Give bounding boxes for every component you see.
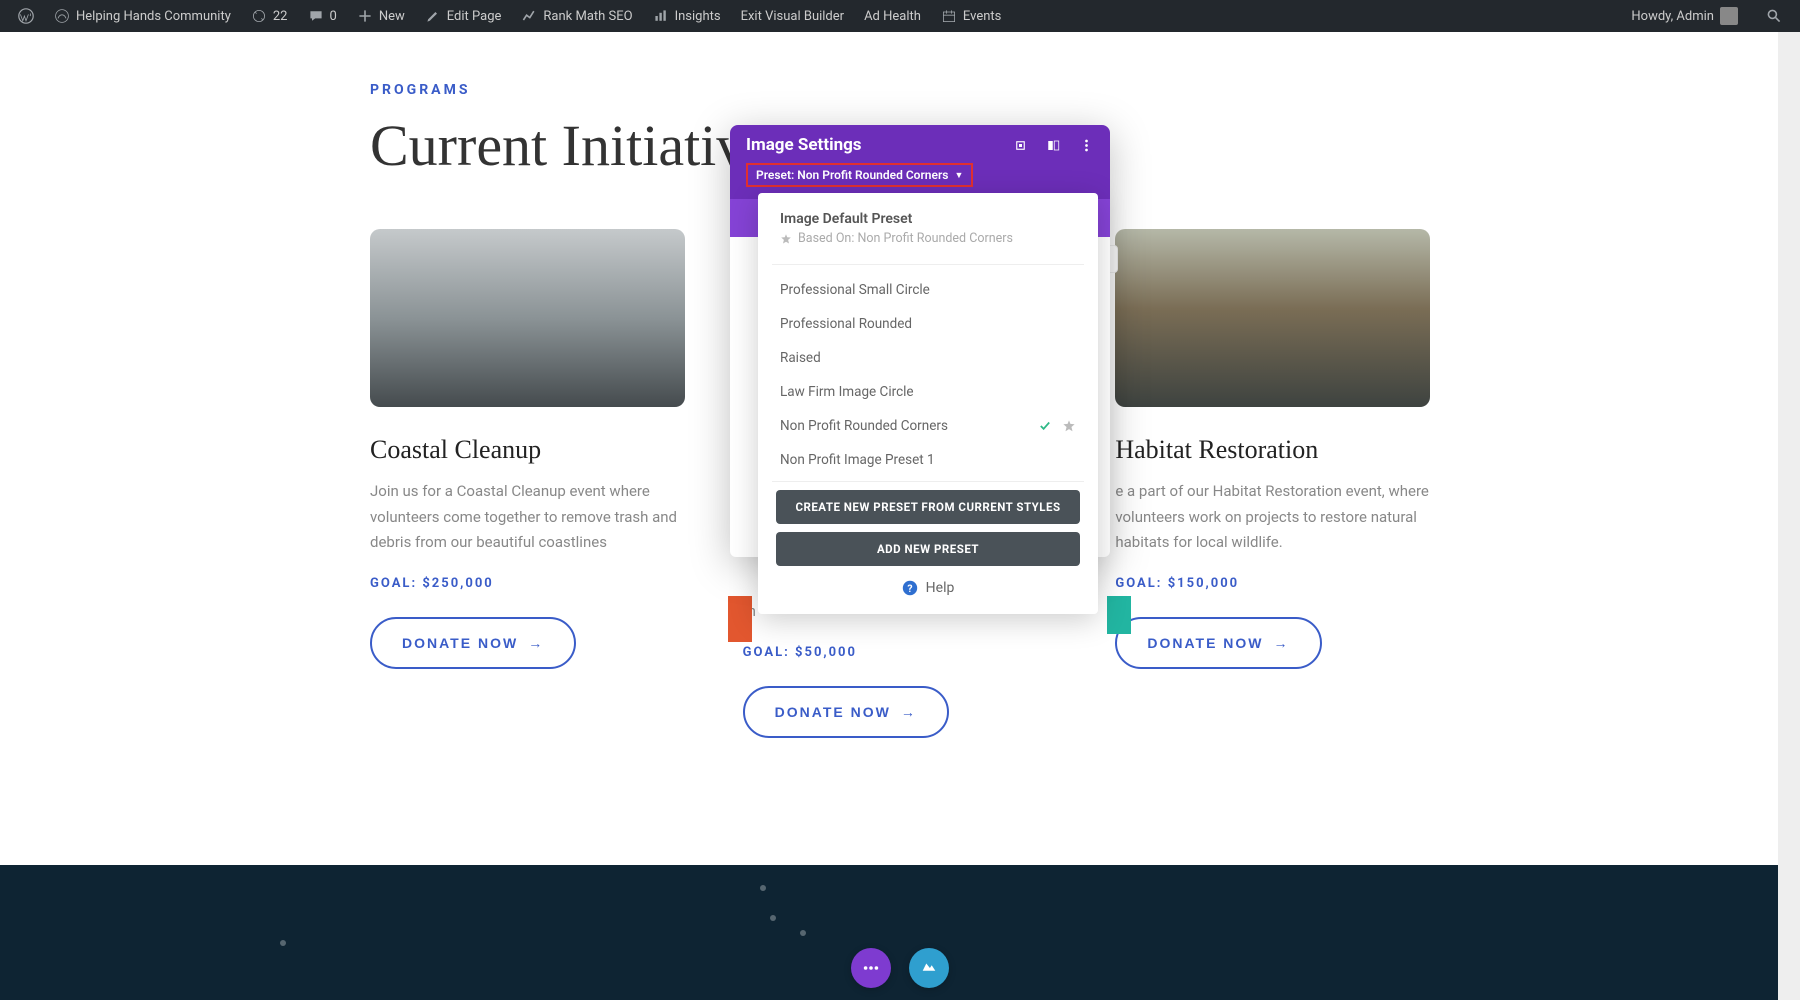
howdy-label: Howdy, Admin — [1631, 9, 1714, 24]
option-label: Professional Rounded — [780, 316, 912, 332]
module-handle[interactable] — [728, 596, 752, 642]
star-icon — [780, 233, 792, 245]
events[interactable]: Events — [931, 0, 1011, 32]
option-label: Non Profit Rounded Corners — [780, 418, 948, 434]
option-label: Non Profit Image Preset 1 — [780, 452, 935, 468]
user-menu[interactable]: Howdy, Admin — [1621, 0, 1748, 32]
modal-title: Image Settings — [746, 135, 862, 155]
updates-count: 22 — [273, 9, 288, 24]
based-on-label: Based On: Non Profit Rounded Corners — [798, 231, 1013, 246]
star-icon[interactable] — [1062, 419, 1076, 433]
preset-label: Preset: Non Profit Rounded Corners — [756, 168, 948, 182]
card-title: Coastal Cleanup — [370, 435, 685, 465]
exit-visual-builder[interactable]: Exit Visual Builder — [731, 0, 854, 32]
help-label: Help — [926, 580, 955, 596]
preset-option[interactable]: Professional Rounded — [758, 307, 1098, 341]
builder-menu-fab[interactable] — [851, 948, 891, 988]
preset-option[interactable]: Professional Small Circle — [758, 273, 1098, 307]
events-label: Events — [963, 9, 1001, 24]
comments-count: 0 — [330, 9, 337, 24]
scrollbar-track[interactable] — [1778, 32, 1800, 1000]
caret-down-icon: ▼ — [954, 170, 963, 181]
arrow-icon: → — [528, 635, 544, 651]
adhealth-label: Ad Health — [864, 9, 921, 24]
preset-option[interactable]: Law Firm Image Circle — [758, 375, 1098, 409]
section-eyebrow: PROGRAMS — [370, 82, 1430, 98]
module-handle[interactable] — [1107, 596, 1131, 634]
builder-fab-row — [851, 948, 949, 988]
goal-label: GOAL: $150,000 — [1115, 576, 1430, 591]
card-title: Habitat Restoration — [1115, 435, 1430, 465]
rankmath-label: Rank Math SEO — [543, 9, 632, 24]
card-image[interactable] — [1115, 229, 1430, 407]
edit-label: Edit Page — [447, 9, 502, 24]
card-image[interactable] — [370, 229, 685, 407]
option-label: Raised — [780, 350, 821, 366]
avatar — [1720, 7, 1738, 25]
new-content[interactable]: New — [347, 0, 415, 32]
search[interactable] — [1756, 0, 1792, 32]
builder-layers-fab[interactable] — [909, 948, 949, 988]
card-text: Join us for a Coastal Cleanup event wher… — [370, 479, 685, 556]
more-icon[interactable] — [1079, 138, 1094, 153]
preset-option[interactable]: Raised — [758, 341, 1098, 375]
site-name[interactable]: Helping Hands Community — [44, 0, 241, 32]
svg-text:?: ? — [907, 582, 912, 595]
donate-label: DONATE NOW — [1147, 635, 1263, 651]
donate-label: DONATE NOW — [775, 704, 891, 720]
help-icon: ? — [902, 580, 918, 596]
divider — [772, 264, 1084, 265]
expand-icon[interactable] — [1013, 138, 1028, 153]
goal-label: GOAL: $250,000 — [370, 576, 685, 591]
donate-label: DONATE NOW — [402, 635, 518, 651]
donate-button[interactable]: DONATE NOW → — [370, 617, 576, 669]
default-preset-title[interactable]: Image Default Preset — [780, 211, 1076, 227]
donate-button[interactable]: DONATE NOW → — [1115, 617, 1321, 669]
divider — [772, 481, 1084, 482]
create-preset-button[interactable]: CREATE NEW PRESET FROM CURRENT STYLES — [776, 490, 1080, 524]
preset-dropdown: Image Default Preset Based On: Non Profi… — [758, 193, 1098, 614]
card-text: e a part of our Habitat Restoration even… — [1115, 479, 1430, 556]
help-link[interactable]: ? Help — [758, 566, 1098, 600]
based-on-row: Based On: Non Profit Rounded Corners — [780, 231, 1076, 246]
rankmath[interactable]: Rank Math SEO — [511, 0, 642, 32]
initiative-card: Coastal Cleanup Join us for a Coastal Cl… — [370, 229, 685, 738]
insights-label: Insights — [675, 9, 721, 24]
donate-button[interactable]: DONATE NOW → — [743, 686, 949, 738]
updates[interactable]: 22 — [241, 0, 298, 32]
add-preset-button[interactable]: ADD NEW PRESET — [776, 532, 1080, 566]
preset-option-selected[interactable]: Non Profit Rounded Corners — [758, 409, 1098, 443]
preset-option[interactable]: Non Profit Image Preset 1 — [758, 443, 1098, 477]
comments[interactable]: 0 — [298, 0, 347, 32]
wp-admin-bar: Helping Hands Community 22 0 New Edit Pa… — [0, 0, 1800, 32]
site-label: Helping Hands Community — [76, 9, 231, 24]
arrow-icon: → — [901, 704, 917, 720]
goal-label: GOAL: $50,000 — [743, 645, 1058, 660]
initiative-card: Habitat Restoration e a part of our Habi… — [1115, 229, 1430, 738]
edit-page[interactable]: Edit Page — [415, 0, 512, 32]
insights[interactable]: Insights — [643, 0, 731, 32]
option-label: Law Firm Image Circle — [780, 384, 914, 400]
arrow-icon: → — [1274, 635, 1290, 651]
ad-health[interactable]: Ad Health — [854, 0, 931, 32]
exit-vb-label: Exit Visual Builder — [741, 9, 844, 24]
option-label: Professional Small Circle — [780, 282, 930, 298]
preset-selector[interactable]: Preset: Non Profit Rounded Corners ▼ — [746, 163, 973, 187]
snap-icon[interactable] — [1046, 138, 1061, 153]
check-icon — [1038, 419, 1052, 433]
image-settings-modal: Image Settings Preset: Non Profit Rounde… — [730, 125, 1110, 557]
wp-logo[interactable] — [8, 0, 44, 32]
new-label: New — [379, 9, 405, 24]
